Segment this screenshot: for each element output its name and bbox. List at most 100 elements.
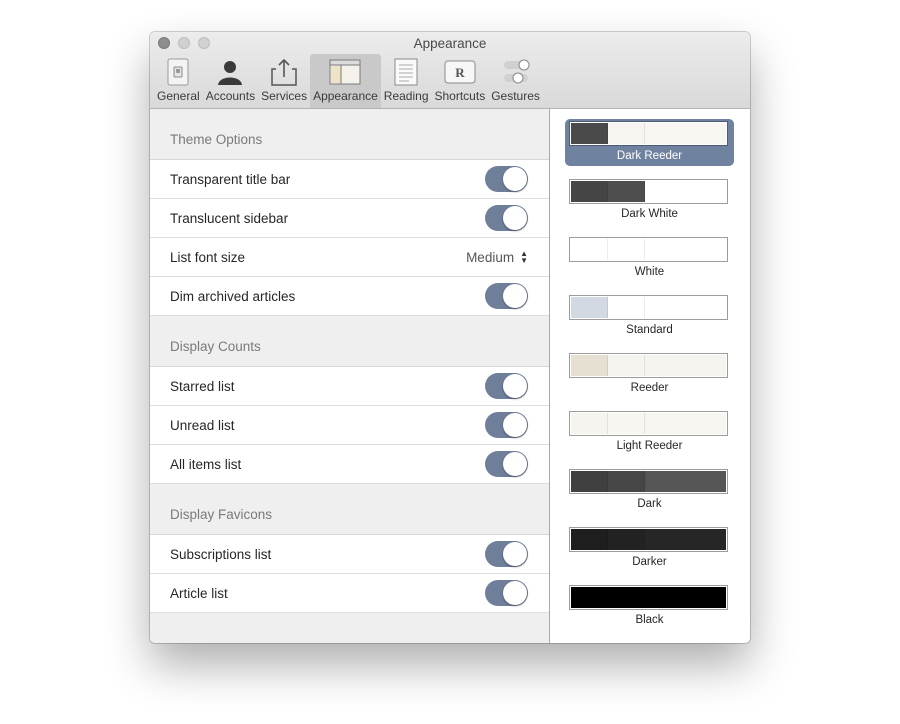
theme-label: Darker xyxy=(632,556,667,568)
switch-icon xyxy=(162,58,194,86)
preferences-toolbar: General Accounts Services Appearance Rea… xyxy=(154,54,543,108)
row-all-items-list: All items list xyxy=(150,445,549,484)
section-header-theme-options: Theme Options xyxy=(170,132,263,147)
swatch-segment xyxy=(608,355,645,376)
unread-list-toggle[interactable] xyxy=(485,412,528,438)
article-list-toggle[interactable] xyxy=(485,580,528,606)
theme-swatch xyxy=(569,411,728,436)
tab-reading[interactable]: Reading xyxy=(381,54,432,108)
theme-dark-reeder[interactable]: Dark Reeder xyxy=(565,119,734,166)
row-label: Translucent sidebar xyxy=(170,210,289,226)
row-label: Subscriptions list xyxy=(170,546,272,562)
tab-gestures[interactable]: Gestures xyxy=(488,54,543,108)
theme-label: Dark xyxy=(637,498,662,510)
up-down-arrows-icon: ▲ ▼ xyxy=(520,249,528,265)
theme-dark[interactable]: Dark xyxy=(565,467,734,514)
theme-label: Black xyxy=(635,614,664,626)
theme-label: Reeder xyxy=(630,382,669,394)
subscriptions-list-toggle[interactable] xyxy=(485,541,528,567)
theme-darker[interactable]: Darker xyxy=(565,525,734,572)
all-items-list-toggle[interactable] xyxy=(485,451,528,477)
tab-reading-label: Reading xyxy=(383,89,429,103)
list-font-size-popup[interactable]: Medium ▲ ▼ xyxy=(466,250,528,265)
tab-gestures-label: Gestures xyxy=(491,89,540,103)
theme-label: White xyxy=(634,266,665,278)
swatch-segment xyxy=(645,239,726,260)
row-list-font-size: List font size Medium ▲ ▼ xyxy=(150,238,549,277)
toggle-knob xyxy=(503,413,527,437)
row-translucent-sidebar: Translucent sidebar xyxy=(150,199,549,238)
swatch-segment xyxy=(645,529,726,550)
theme-standard[interactable]: Standard xyxy=(565,293,734,340)
swatch-segment xyxy=(608,413,645,434)
tab-shortcuts-label: Shortcuts xyxy=(434,89,486,103)
row-label: Transparent title bar xyxy=(170,171,291,187)
layout-icon xyxy=(329,58,361,86)
tab-services[interactable]: Services xyxy=(258,54,310,108)
translucent-sidebar-toggle[interactable] xyxy=(485,205,528,231)
swatch-segment xyxy=(645,413,726,434)
display-counts-group: Starred list Unread list All items list xyxy=(150,366,549,484)
theme-swatch xyxy=(569,353,728,378)
theme-swatch xyxy=(569,237,728,262)
person-icon xyxy=(214,58,246,86)
row-transparent-title-bar: Transparent title bar xyxy=(150,160,549,199)
theme-label: Dark Reeder xyxy=(616,150,683,162)
theme-swatch xyxy=(569,179,728,204)
theme-picker: Dark Reeder Dark White White Standard Reeder… xyxy=(550,109,750,643)
tab-services-label: Services xyxy=(261,89,308,103)
swatch-segment xyxy=(645,587,726,608)
share-icon xyxy=(268,58,300,86)
swatch-segment xyxy=(571,239,608,260)
row-unread-list: Unread list xyxy=(150,406,549,445)
row-starred-list: Starred list xyxy=(150,367,549,406)
window-title: Appearance xyxy=(413,36,487,51)
tab-appearance[interactable]: Appearance xyxy=(310,54,381,108)
row-label: Unread list xyxy=(170,417,235,433)
row-label: List font size xyxy=(170,249,246,265)
tab-appearance-label: Appearance xyxy=(313,89,378,103)
tab-shortcuts[interactable]: R Shortcuts xyxy=(432,54,489,108)
row-label: All items list xyxy=(170,456,242,472)
swatch-segment xyxy=(608,529,645,550)
tab-accounts[interactable]: Accounts xyxy=(203,54,258,108)
tab-general[interactable]: General xyxy=(154,54,203,108)
swatch-segment xyxy=(608,123,645,144)
theme-label: Light Reeder xyxy=(616,440,683,452)
toggle-knob xyxy=(503,581,527,605)
theme-label: Dark White xyxy=(621,208,678,220)
theme-light-reeder[interactable]: Light Reeder xyxy=(565,409,734,456)
display-favicons-group: Subscriptions list Article list xyxy=(150,534,549,613)
popup-value: Medium xyxy=(466,249,515,265)
dim-archived-articles-toggle[interactable] xyxy=(485,283,528,309)
swatch-segment xyxy=(608,181,645,202)
swatch-segment xyxy=(608,297,645,318)
swatch-segment xyxy=(571,529,608,550)
swatch-segment xyxy=(645,297,726,318)
swatch-segment xyxy=(571,413,608,434)
starred-list-toggle[interactable] xyxy=(485,373,528,399)
theme-options-group: Transparent title bar Translucent sideba… xyxy=(150,159,549,316)
swatch-segment xyxy=(645,181,726,202)
theme-dark-white[interactable]: Dark White xyxy=(565,177,734,224)
theme-white[interactable]: White xyxy=(565,235,734,282)
swatch-segment xyxy=(645,123,726,144)
theme-swatch xyxy=(569,469,728,494)
title-bar: Appearance General Accounts Services App… xyxy=(150,32,750,109)
svg-text:R: R xyxy=(455,65,465,80)
toggles-icon xyxy=(500,58,532,86)
transparent-title-bar-toggle[interactable] xyxy=(485,166,528,192)
row-article-list: Article list xyxy=(150,574,549,613)
section-header-display-favicons: Display Favicons xyxy=(170,507,273,522)
row-label: Starred list xyxy=(170,378,235,394)
swatch-segment xyxy=(645,355,726,376)
preferences-window: Appearance General Accounts Services App… xyxy=(150,32,750,643)
swatch-segment xyxy=(571,181,608,202)
row-label: Dim archived articles xyxy=(170,288,296,304)
toggle-knob xyxy=(503,284,527,308)
theme-black[interactable]: Black xyxy=(565,583,734,630)
row-dim-archived-articles: Dim archived articles xyxy=(150,277,549,316)
settings-panel: Theme Options Transparent title bar Tran… xyxy=(150,109,549,643)
document-icon xyxy=(390,58,422,86)
theme-reeder[interactable]: Reeder xyxy=(565,351,734,398)
